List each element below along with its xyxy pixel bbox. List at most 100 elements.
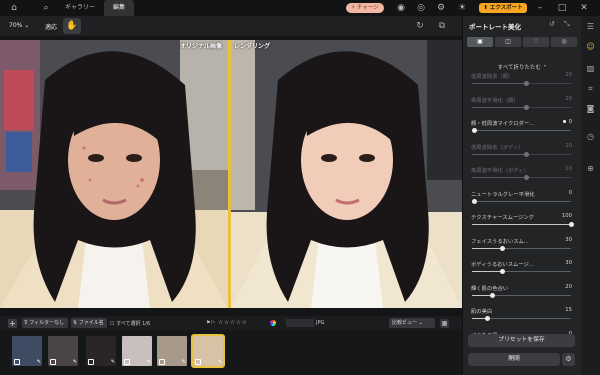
slider-knob[interactable] [471, 128, 477, 133]
slider-value[interactable]: 30 [565, 237, 572, 243]
slider-label: 高周波平滑化（顔） [471, 97, 519, 104]
edited-icon: ✎ [181, 359, 186, 365]
slider-value[interactable]: 0 [569, 190, 572, 196]
thumbnail-mark [124, 359, 130, 365]
adjustment-panel: ポートレート美化 ↺ ⤡ ▣ ◫ ♡ ◎ すべて折りたたむ ⌃ 低周波除去（顔）… [462, 16, 581, 375]
segment-item-2[interactable]: ◫ [495, 37, 521, 47]
slider-fill [472, 224, 571, 225]
slider-value[interactable]: 10 [565, 72, 572, 78]
add-image-button[interactable]: + [8, 319, 17, 328]
slider-value[interactable]: 20 [565, 284, 572, 290]
slider-value[interactable]: 10 [565, 143, 572, 149]
open-close-button[interactable]: 開閉 [468, 353, 560, 366]
settings-icon[interactable]: ⚙ [435, 2, 447, 14]
slider-value[interactable]: 10 [565, 96, 572, 102]
view-mode-label: 比較ビュー [392, 320, 418, 326]
export-button[interactable]: ⬆ エクスポート [479, 3, 527, 13]
edit-toolbar: 70% ⌄ 適応 ✋ ↻ ⧉ [0, 16, 462, 36]
thumbnail[interactable]: ✎ [12, 336, 42, 366]
slider-track[interactable] [472, 130, 571, 131]
slider-knob[interactable] [524, 151, 530, 157]
slider-value[interactable]: 0 [569, 119, 572, 125]
close-icon[interactable]: ✕ [578, 2, 590, 14]
zoom-level[interactable]: 70% ⌄ [9, 22, 29, 29]
slider-value[interactable]: 100 [562, 213, 572, 219]
sort-dropdown[interactable]: ⇅ ファイル名 [71, 318, 107, 328]
sliders-icon[interactable]: ☰ [584, 20, 597, 33]
fit-button[interactable]: 適応 [45, 22, 57, 31]
segment-item-1[interactable]: ▣ [467, 37, 493, 47]
slider-knob[interactable] [499, 245, 505, 251]
portrait-icon[interactable]: ☺ [584, 40, 597, 53]
slider-knob[interactable] [484, 316, 490, 321]
grid-view-icon[interactable]: ▦ [440, 319, 449, 328]
collapse-all-button[interactable]: すべて折りたたむ ⌃ [463, 63, 582, 71]
export-label: エクスポート [489, 5, 523, 11]
slider-value[interactable]: 30 [565, 260, 572, 266]
slider-knob[interactable] [524, 175, 530, 180]
select-all-checkbox[interactable]: ☐ すべて選択 1/6 [110, 320, 150, 327]
view-mode-dropdown[interactable]: 比較ビュー ⌄ [389, 318, 435, 328]
thumbnail[interactable]: ✎ [157, 336, 187, 366]
charge-button[interactable]: ⚡ チャージ [346, 3, 384, 13]
slider-value[interactable]: 10 [565, 166, 572, 172]
tab-edit[interactable]: 編集 [104, 0, 134, 16]
hand-tool-icon[interactable]: ✋ [63, 18, 81, 34]
image-canvas[interactable]: オリジナル画像 レンダリング [0, 36, 462, 316]
tab-gallery[interactable]: ギャラリー [57, 0, 103, 16]
add-icon[interactable]: ⊕ [584, 162, 597, 175]
gear-icon[interactable]: ⚙ [562, 353, 575, 366]
thumbnail-mark [88, 359, 94, 365]
rotate-icon[interactable]: ↻ [414, 20, 426, 32]
theme-icon[interactable]: ☀ [456, 2, 468, 14]
flag-icon[interactable]: ⚑⚐ [206, 320, 215, 326]
filter-dropdown[interactable]: ⊽ フィルターなし [22, 318, 68, 328]
selection-count: 1/6 [142, 321, 151, 327]
reset-icon[interactable]: ↺ [549, 20, 555, 28]
color-label-icon[interactable] [270, 320, 276, 326]
image-icon[interactable]: ▨ [584, 62, 597, 75]
home-icon[interactable]: ⌂ [8, 2, 20, 14]
edited-icon: ✎ [72, 359, 77, 365]
thumbnail-selected[interactable]: ✎ [191, 334, 225, 368]
segment-item-3[interactable]: ♡ [523, 37, 549, 47]
slider-fill [472, 153, 527, 155]
discord-icon[interactable]: ◉ [395, 2, 407, 14]
slider-track[interactable] [472, 200, 571, 202]
slider-knob[interactable] [524, 104, 530, 110]
slider-value[interactable]: 15 [565, 307, 572, 313]
slider-label: 低周波除去（ボディ） [471, 144, 524, 151]
edited-icon: ✎ [146, 359, 151, 365]
slider-label: フェイスうるおいスム... [471, 238, 529, 245]
tool-rail: ☰ ☺ ▨ ⌗ ◙ ◷ ⊕ [581, 16, 600, 375]
crop-icon[interactable]: ⌗ [584, 82, 597, 95]
slider-knob[interactable] [524, 81, 530, 86]
segment-item-4[interactable]: ◎ [551, 37, 577, 47]
collapse-icon[interactable]: ⤡ [564, 20, 570, 29]
history-icon[interactable]: ◷ [584, 130, 597, 143]
camera-icon[interactable]: ◙ [584, 102, 597, 115]
account-icon[interactable]: ◎ [415, 2, 427, 14]
app-window: ⌂ ⌕ ギャラリー 編集 ⚡ チャージ ◉ ◎ ⚙ ☀ ⬆ エクスポート – □… [0, 0, 600, 375]
filter-label: フィルターなし [29, 320, 65, 326]
minimize-icon[interactable]: – [534, 2, 546, 14]
file-extension: JPG [316, 320, 325, 326]
slider-row: 高周波平滑化（顔） 10 [471, 96, 572, 114]
slider-knob[interactable] [569, 222, 574, 227]
filmstrip-toolbar: + ⊽ フィルターなし ⇅ ファイル名 ☐ すべて選択 1/6 ⚑⚐ ☆☆☆☆☆… [0, 316, 462, 330]
slider-row: 輝く肌の色合い 20 [471, 284, 572, 302]
search-icon[interactable]: ⌕ [40, 2, 52, 14]
save-preset-button[interactable]: プリセットを保存 [468, 334, 575, 347]
slider-knob[interactable] [471, 198, 477, 204]
slider-knob[interactable] [499, 269, 505, 274]
maximize-icon[interactable]: □ [556, 2, 568, 14]
thumbnail-mark [50, 359, 56, 365]
rating-stars[interactable]: ☆☆☆☆☆ [218, 319, 247, 326]
thumbnail[interactable]: ✎ [122, 336, 152, 366]
thumbnail[interactable]: ✎ [86, 336, 116, 366]
slider-knob[interactable] [489, 292, 495, 298]
thumbnail[interactable]: ✎ [48, 336, 78, 366]
select-all-label: すべて選択 [116, 321, 141, 327]
compare-icon[interactable]: ⧉ [436, 20, 448, 32]
thumbnail-mark [195, 359, 201, 365]
